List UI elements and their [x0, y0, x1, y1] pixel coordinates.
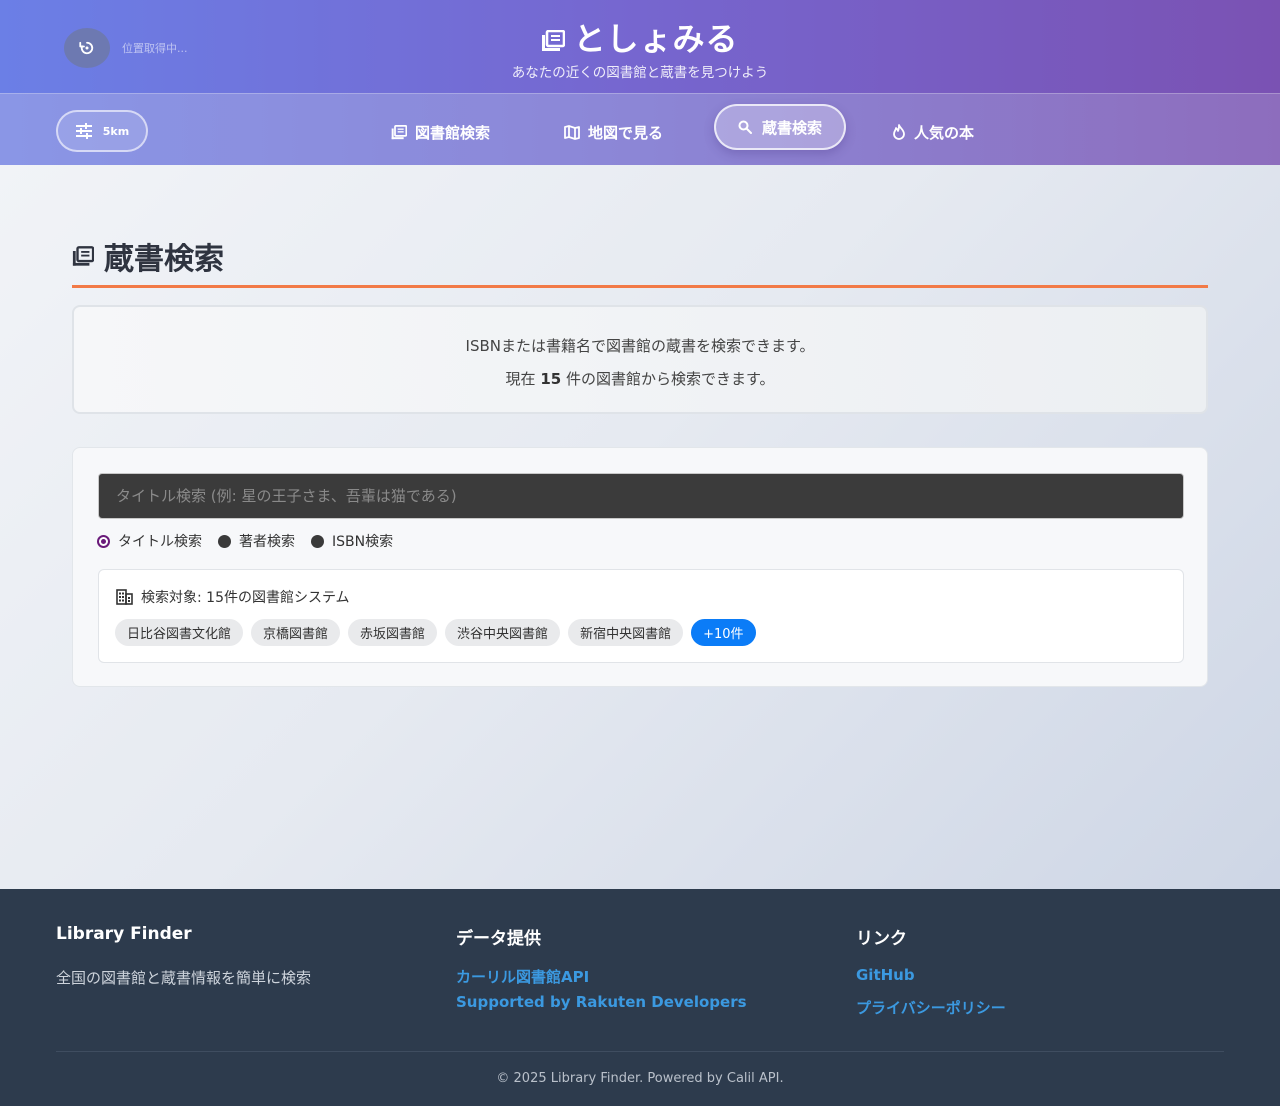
search-icon — [738, 120, 752, 134]
search-mode-group: タイトル検索 著者検索 ISBN検索 — [97, 531, 393, 551]
library-count: 15 — [540, 370, 562, 388]
radio-indicator[interactable] — [311, 534, 324, 548]
site-footer: Library Finder 全国の図書館と蔵書情報を簡単に検索 データ提供 カ… — [0, 889, 1280, 1106]
nav-library-search[interactable]: 図書館検索 — [391, 120, 490, 144]
nav-popular-books[interactable]: 人気の本 — [892, 120, 974, 144]
nav-label: 地図で見る — [588, 123, 664, 142]
tagline: あなたの近くの図書館と蔵書を見つけよう — [511, 65, 769, 81]
nav-map-view[interactable]: 地図で見る — [564, 120, 663, 144]
footer-divider — [56, 1051, 1224, 1052]
title-divider — [72, 285, 1208, 288]
rakuten-developers-link[interactable]: Supported by Rakuten Developers — [456, 993, 747, 1011]
radius-label: 5km — [102, 124, 130, 138]
library-books-icon — [391, 124, 407, 139]
footer-data-title: データ提供 — [456, 929, 541, 949]
info-prefix: 現在 — [505, 370, 541, 388]
library-books-icon — [72, 245, 94, 266]
page-title: 蔵書検索 — [72, 234, 224, 278]
radio-author-search[interactable]: 著者検索 — [218, 531, 295, 551]
library-chips: 日比谷図書文化館 京橋図書館 赤坂図書館 渋谷中央図書館 新宿中央図書館 +10… — [115, 619, 756, 646]
library-books-icon — [541, 30, 566, 52]
info-description: ISBNまたは書籍名で図書館の蔵書を検索できます。 — [465, 337, 815, 355]
footer-brand-title: Library Finder — [56, 924, 192, 944]
nav-book-search[interactable]: 蔵書検索 — [714, 104, 846, 150]
search-card: タイトル検索 著者検索 ISBN検索 検索対象: 15 — [72, 447, 1208, 687]
radius-filter-button[interactable]: 5km — [56, 110, 148, 152]
calil-api-link[interactable]: カーリル図書館API — [456, 966, 589, 987]
page-title-text: 蔵書検索 — [104, 242, 224, 277]
search-targets-panel: 検索対象: 15件の図書館システム 日比谷図書文化館 京橋図書館 赤坂図書館 渋… — [98, 569, 1184, 663]
library-chip: 日比谷図書文化館 — [115, 619, 244, 646]
search-input[interactable] — [98, 473, 1184, 519]
radio-label: 著者検索 — [239, 534, 295, 550]
nav-label: 図書館検索 — [415, 123, 491, 142]
radio-isbn-search[interactable]: ISBN検索 — [311, 531, 393, 551]
library-chip: 渋谷中央図書館 — [445, 619, 561, 646]
library-chip: 赤坂図書館 — [348, 619, 438, 646]
library-chip: 京橋図書館 — [251, 619, 341, 646]
radio-label: ISBN検索 — [332, 534, 394, 550]
radio-label: タイトル検索 — [118, 534, 202, 550]
github-link[interactable]: GitHub — [856, 966, 915, 984]
library-chip: 新宿中央図書館 — [568, 619, 684, 646]
tune-icon — [75, 123, 92, 139]
footer-links-title: リンク — [856, 929, 907, 949]
info-box: ISBNまたは書籍名で図書館の蔵書を検索できます。 現在 15 件の図書館から検… — [72, 305, 1208, 414]
radio-indicator[interactable] — [218, 534, 231, 548]
footer-description: 全国の図書館と蔵書情報を簡単に検索 — [56, 969, 312, 987]
privacy-policy-link[interactable]: プライバシーポリシー — [856, 997, 1006, 1018]
targets-text: 検索対象: 15件の図書館システム — [141, 590, 350, 606]
map-icon — [564, 124, 580, 140]
more-libraries-badge[interactable]: +10件 — [691, 619, 756, 646]
radio-title-search[interactable]: タイトル検索 — [97, 531, 202, 551]
brand-name: としょみる — [573, 20, 739, 58]
copyright: © 2025 Library Finder. Powered by Calil … — [496, 1071, 784, 1086]
brand-title[interactable]: としょみる — [0, 14, 1280, 60]
info-count-line: 現在 15 件の図書館から検索できます。 — [74, 368, 1206, 389]
app-header: 位置取得中... としょみる あなたの近くの図書館と蔵書を見つけよう — [0, 0, 1280, 93]
search-targets-label: 検索対象: 15件の図書館システム — [116, 587, 350, 607]
nav-label: 蔵書検索 — [761, 118, 822, 137]
main-nav: 5km 図書館検索 地図で見る 蔵書検索 人気の本 — [0, 93, 1280, 165]
radio-selected-indicator[interactable] — [97, 534, 110, 548]
fire-icon — [893, 124, 905, 140]
nav-label: 人気の本 — [914, 123, 975, 142]
building-icon — [116, 589, 133, 605]
info-suffix: 件の図書館から検索できます。 — [561, 370, 775, 388]
